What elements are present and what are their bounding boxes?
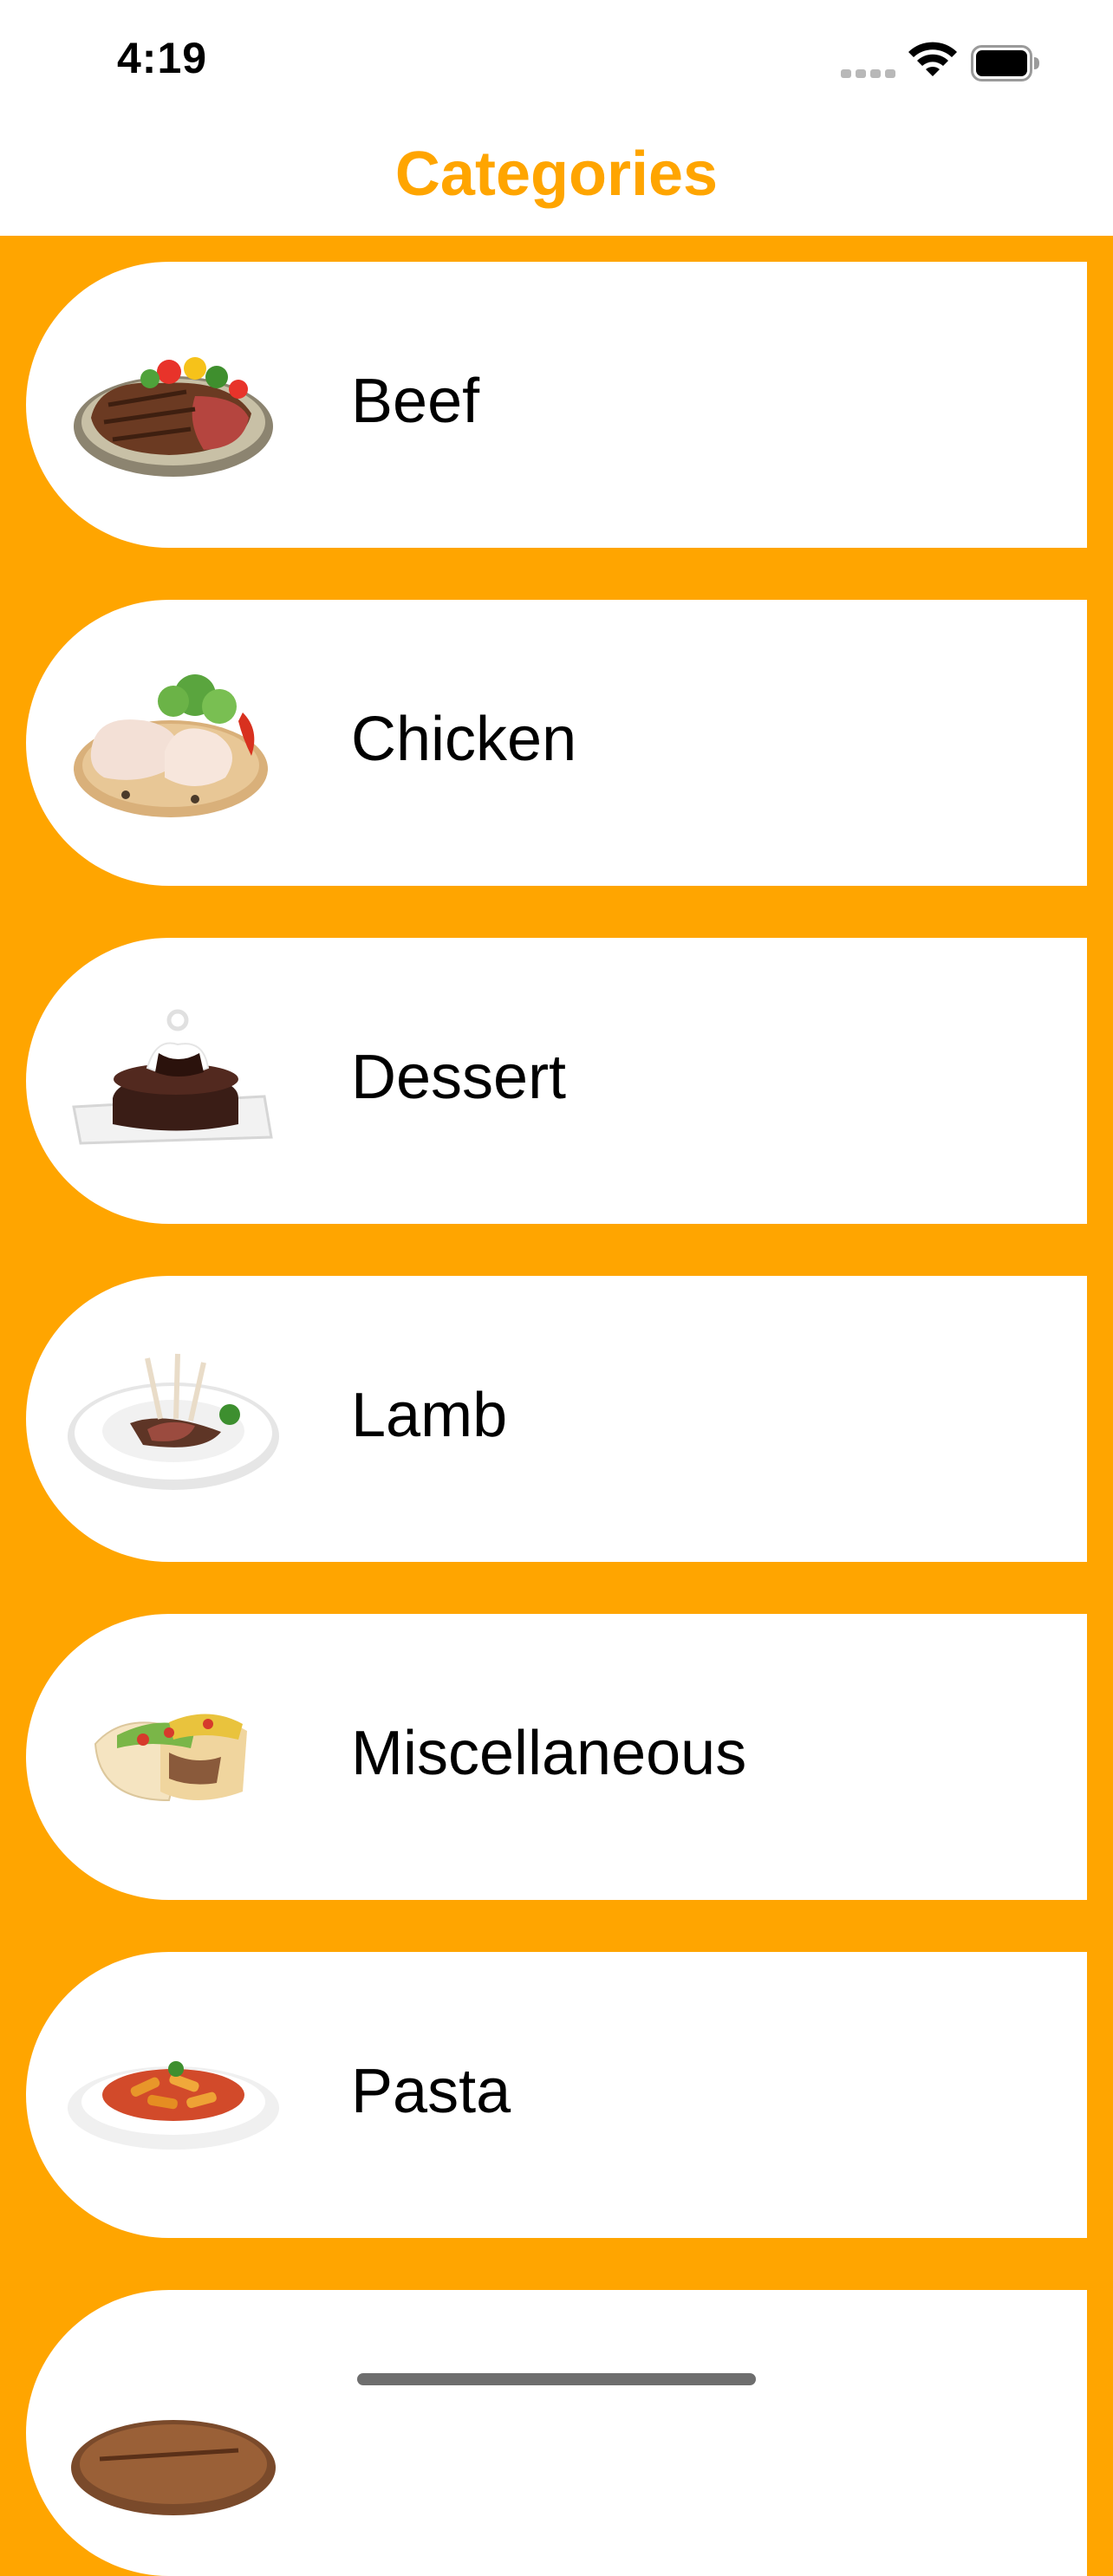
status-bar: 4:19 — [0, 0, 1113, 121]
chicken-legs-image — [74, 674, 268, 817]
lamb-rack-image — [68, 1353, 279, 1490]
category-card-dessert[interactable]: Dessert — [26, 938, 1087, 1224]
beef-steak-image — [74, 357, 273, 477]
home-indicator[interactable] — [357, 2373, 756, 2385]
category-label: Lamb — [351, 1381, 508, 1450]
wifi-icon — [908, 42, 957, 76]
page-title: Categories — [394, 140, 719, 209]
battery-icon — [971, 45, 1039, 81]
category-card-chicken[interactable]: Chicken — [26, 600, 1087, 886]
category-card-pork[interactable] — [26, 2290, 1087, 2576]
category-card-beef[interactable]: Beef — [26, 262, 1087, 548]
pork-image — [71, 2420, 276, 2515]
chocolate-cake-image — [72, 1009, 273, 1145]
penne-pasta-image — [68, 2061, 279, 2150]
category-label: Dessert — [351, 1043, 567, 1112]
tacos-image — [94, 1714, 247, 1802]
category-card-pasta[interactable]: Pasta — [26, 1952, 1087, 2238]
category-card-lamb[interactable]: Lamb — [26, 1276, 1087, 1562]
header: 4:19 Categories — [0, 0, 1113, 236]
category-label: Beef — [351, 367, 480, 436]
status-time: 4:19 — [117, 34, 208, 82]
category-label: Chicken — [351, 705, 577, 774]
category-label: Miscellaneous — [351, 1719, 747, 1788]
category-card-miscellaneous[interactable]: Miscellaneous — [26, 1614, 1087, 1900]
signal-icon — [841, 69, 896, 78]
category-label: Pasta — [351, 2057, 511, 2126]
